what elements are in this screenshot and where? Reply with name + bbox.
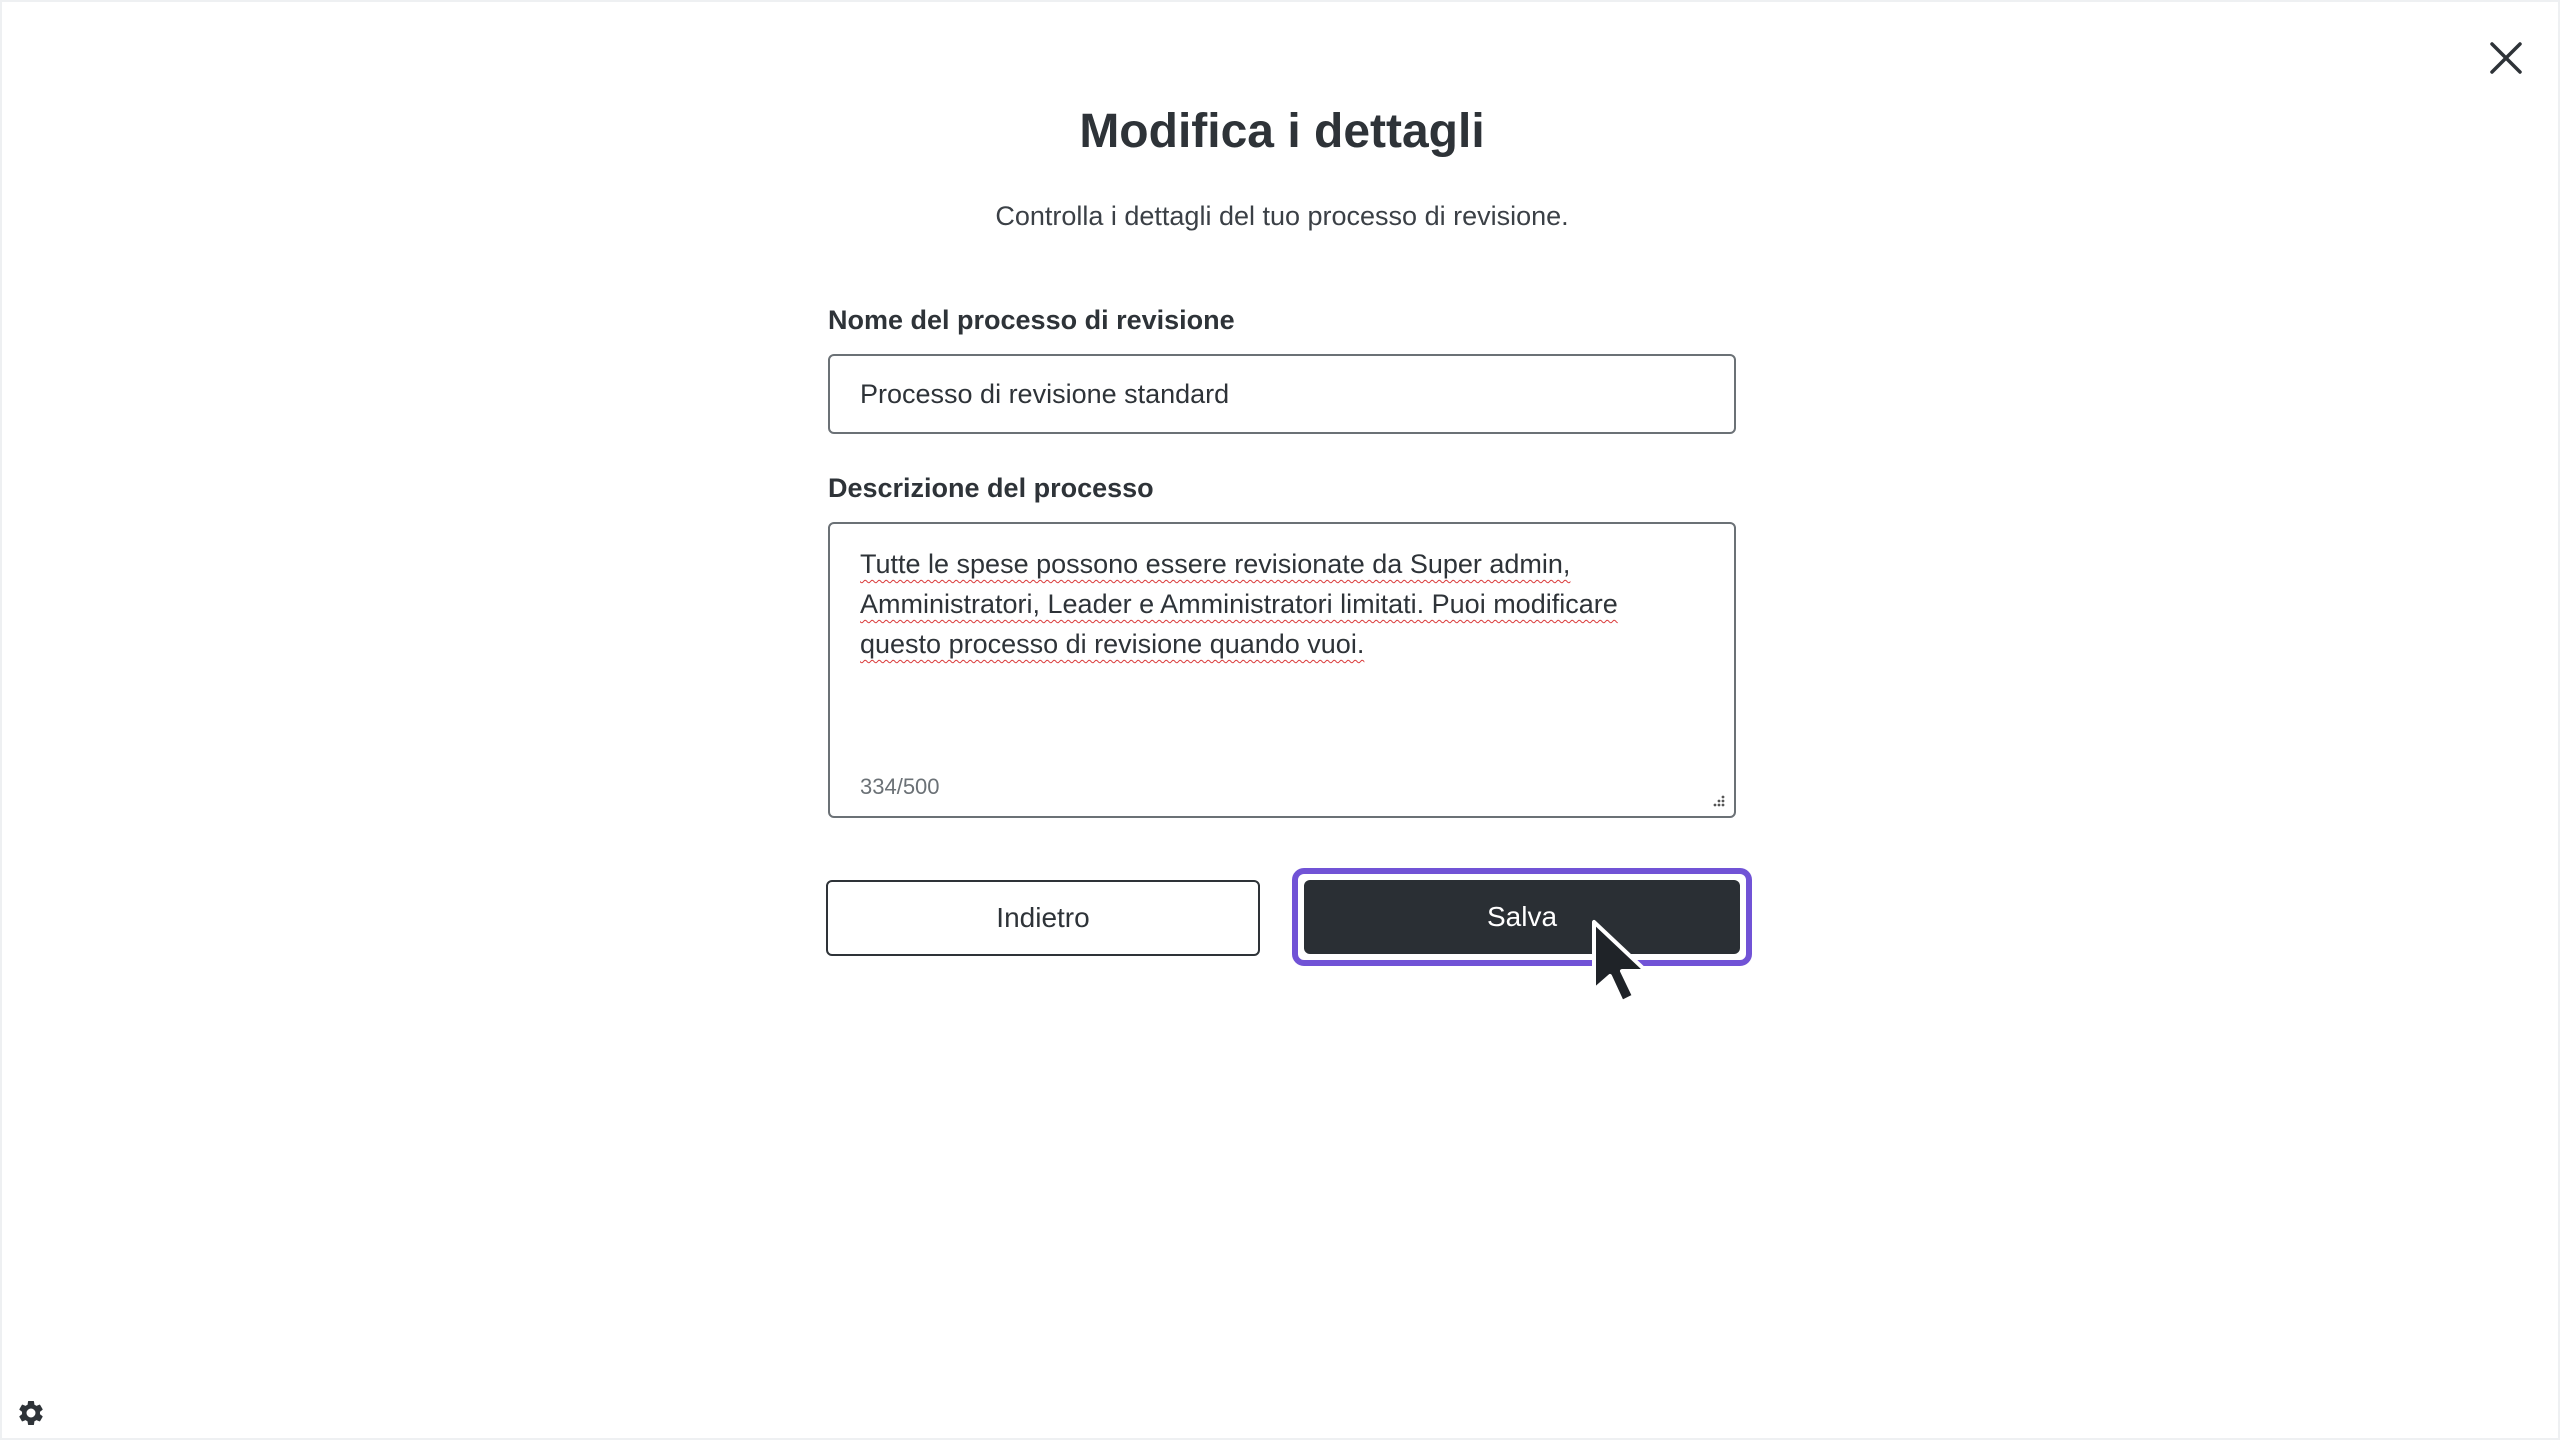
close-icon [2490, 42, 2522, 74]
character-counter: 334/500 [860, 774, 940, 799]
gear-icon [19, 1401, 43, 1425]
edit-details-dialog: Modifica i dettagli Controlla i dettagli… [0, 0, 2560, 1440]
back-button[interactable]: Indietro [826, 880, 1260, 956]
settings-button[interactable] [14, 1396, 48, 1430]
process-name-label: Nome del processo di revisione [828, 305, 1235, 335]
page-subtitle: Controlla i dettagli del tuo processo di… [995, 201, 1569, 231]
page-title: Modifica i dettagli [1079, 105, 1485, 158]
process-description-label: Descrizione del processo [828, 473, 1154, 503]
save-button-focus-ring: Salva [1292, 868, 1752, 966]
process-description-textarea[interactable]: Tutte le spese possono essere revisionat… [828, 522, 1736, 818]
save-button[interactable]: Salva [1304, 880, 1740, 954]
resize-handle-icon[interactable] [1710, 792, 1726, 808]
process-description-text[interactable]: Tutte le spese possono essere revisionat… [860, 544, 1700, 664]
close-button[interactable] [2484, 36, 2528, 80]
process-name-input[interactable] [828, 354, 1736, 434]
